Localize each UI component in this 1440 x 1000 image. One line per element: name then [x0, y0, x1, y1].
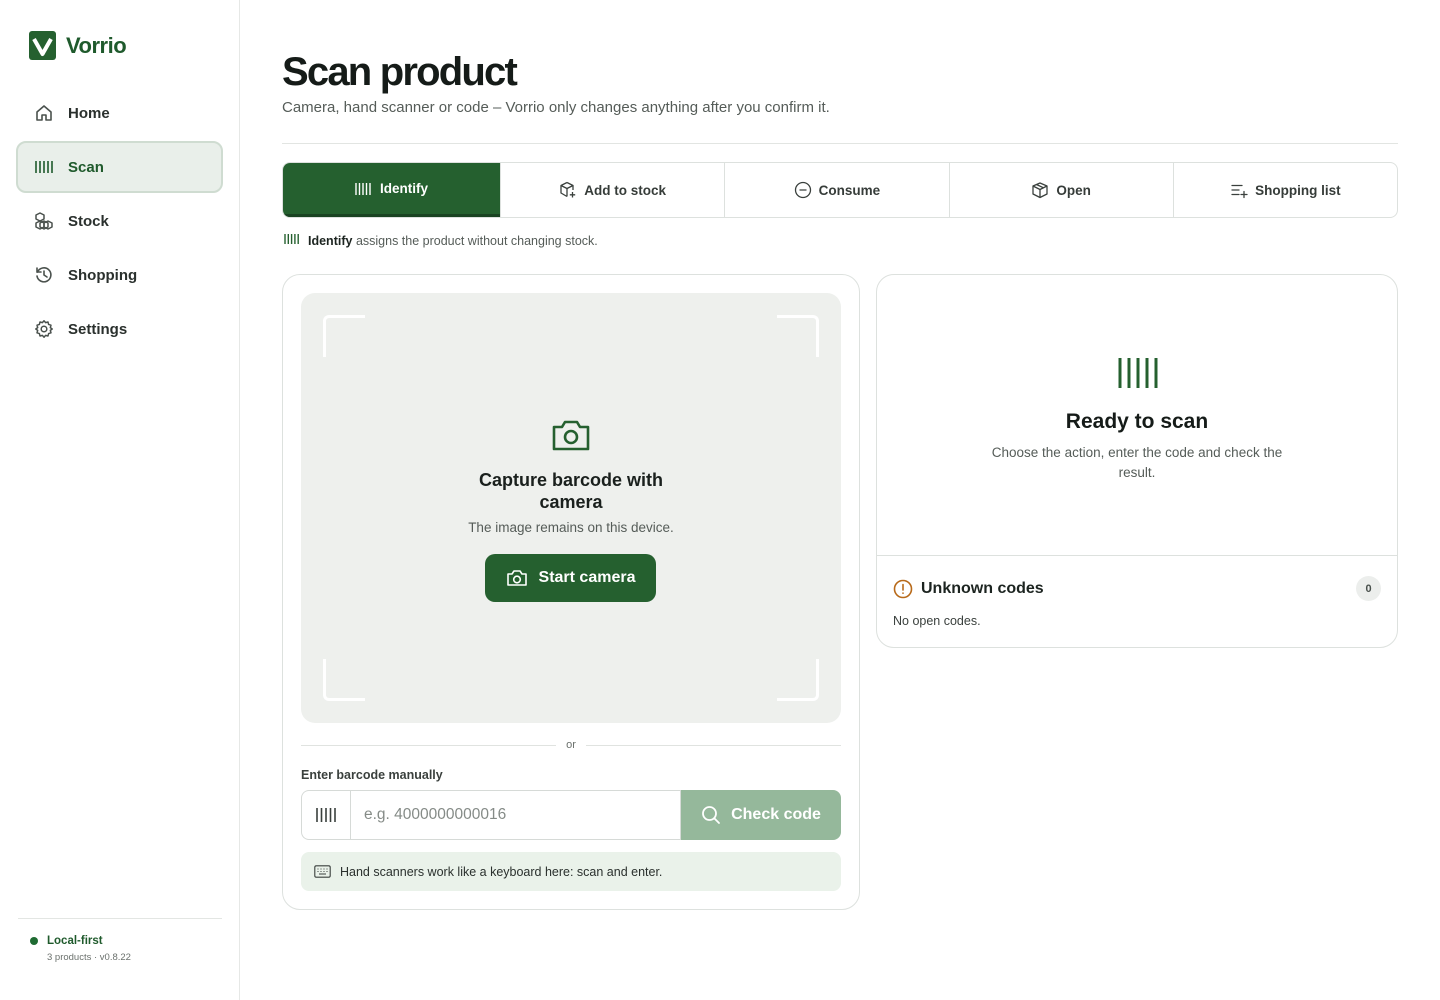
- mode-name: Identify: [308, 233, 353, 248]
- sidebar-item-label: Stock: [68, 212, 109, 230]
- sidebar-item-label: Settings: [68, 320, 128, 338]
- camera-card: Capture barcode with camera The image re…: [282, 274, 860, 910]
- search-icon: [702, 806, 720, 824]
- sidebar-item-shopping[interactable]: Shopping: [16, 249, 223, 301]
- vorrio-logo-icon: [29, 31, 56, 60]
- hand-scanner-hint-text: Hand scanners work like a keyboard here:…: [340, 864, 663, 879]
- start-camera-label: Start camera: [538, 569, 636, 586]
- tab-identify[interactable]: Identify: [283, 163, 500, 217]
- sidebar-item-scan[interactable]: Scan: [16, 141, 223, 193]
- viewfinder-corner: [323, 315, 365, 357]
- viewfinder-corner: [777, 315, 819, 357]
- tab-label: Open: [1056, 182, 1091, 198]
- sidebar-item-label: Home: [68, 104, 110, 122]
- barcode-icon: [284, 232, 300, 249]
- camera-title: Capture barcode with camera: [478, 470, 664, 512]
- divider: [282, 143, 1398, 144]
- scan-action-tabs: Identify Add to stock Consume Open Shopp…: [282, 162, 1398, 218]
- tab-add-to-stock[interactable]: Add to stock: [500, 163, 724, 217]
- sidebar-item-stock[interactable]: Stock: [16, 195, 223, 247]
- box-plus-icon: [559, 181, 577, 199]
- sidebar-item-label: Scan: [68, 158, 104, 176]
- gear-icon: [33, 318, 55, 340]
- sidebar-nav: Home Scan Stock Shopping Settings: [16, 87, 223, 357]
- history-icon: [33, 264, 55, 286]
- app-meta: 3 products · v0.8.22: [47, 952, 131, 963]
- brand-name: Vorrio: [66, 32, 127, 58]
- list-plus-icon: [1230, 181, 1248, 199]
- sidebar-item-label: Shopping: [68, 266, 138, 284]
- result-title: Ready to scan: [1065, 410, 1209, 433]
- viewfinder-corner: [323, 659, 365, 701]
- result-subtitle: Choose the action, enter the code and ch…: [991, 445, 1283, 480]
- minus-circle-icon: [794, 181, 812, 199]
- start-camera-button[interactable]: Start camera: [485, 554, 656, 602]
- unknown-codes-section: Unknown codes 0 No open codes.: [877, 555, 1397, 647]
- or-label: or: [566, 739, 576, 751]
- unknown-codes-empty: No open codes.: [893, 614, 981, 628]
- tab-open[interactable]: Open: [948, 163, 1173, 217]
- tab-consume[interactable]: Consume: [724, 163, 948, 217]
- tab-label: Identify: [379, 181, 428, 196]
- mode-hint: Identify assigns the product without cha…: [284, 232, 598, 249]
- check-code-button[interactable]: Check code: [681, 790, 841, 840]
- tab-label: Consume: [818, 182, 881, 198]
- viewfinder-corner: [777, 659, 819, 701]
- sidebar-footer: Local-first 3 products · v0.8.22: [18, 918, 222, 963]
- warning-circle-icon: [893, 579, 913, 598]
- storage-status: Local-first: [47, 935, 103, 947]
- barcode-icon: [355, 180, 373, 198]
- tab-label: Add to stock: [584, 182, 666, 198]
- hand-scanner-hint: Hand scanners work like a keyboard here:…: [301, 852, 841, 891]
- boxes-icon: [33, 210, 55, 232]
- tab-shopping-list[interactable]: Shopping list: [1172, 163, 1397, 217]
- sidebar: Vorrio Home Scan Stock Shopping Settings…: [0, 0, 240, 1000]
- camera-viewfinder: Capture barcode with camera The image re…: [301, 293, 841, 723]
- sidebar-item-home[interactable]: Home: [16, 87, 223, 139]
- tab-label: Shopping list: [1255, 182, 1341, 198]
- check-code-label: Check code: [731, 806, 821, 823]
- result-card: Ready to scan Choose the action, enter t…: [876, 274, 1398, 648]
- unknown-codes-count: 0: [1356, 576, 1381, 601]
- camera-subtitle: The image remains on this device.: [468, 520, 674, 535]
- status-dot: [30, 937, 38, 945]
- brand[interactable]: Vorrio: [29, 31, 127, 60]
- mode-description: assigns the product without changing sto…: [355, 233, 598, 248]
- camera-icon: [552, 420, 590, 451]
- barcode-icon: [301, 790, 350, 840]
- barcode-icon: [33, 156, 55, 178]
- camera-icon: [506, 570, 527, 586]
- barcode-icon: [1118, 358, 1158, 388]
- manual-barcode-group: Check code: [301, 790, 841, 840]
- home-icon: [33, 102, 55, 124]
- page-subtitle: Camera, hand scanner or code – Vorrio on…: [282, 99, 830, 116]
- barcode-input[interactable]: [350, 790, 681, 840]
- unknown-codes-title: Unknown codes: [921, 579, 1044, 597]
- manual-barcode-label: Enter barcode manually: [301, 768, 443, 782]
- sidebar-item-settings[interactable]: Settings: [16, 303, 223, 355]
- or-divider: or: [301, 739, 841, 751]
- keyboard-icon: [314, 865, 331, 878]
- page-title: Scan product: [282, 50, 518, 94]
- open-box-icon: [1031, 181, 1049, 199]
